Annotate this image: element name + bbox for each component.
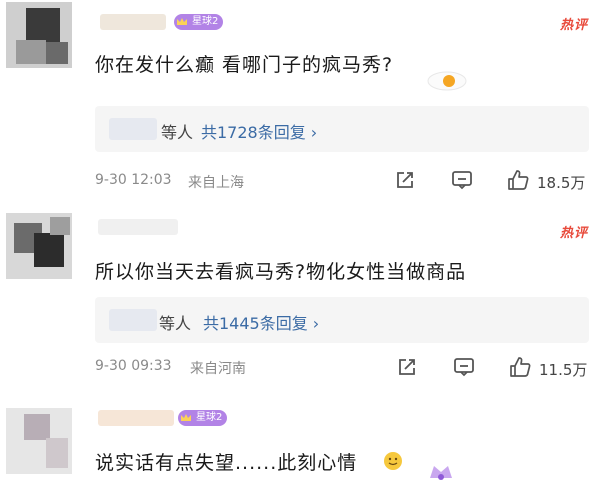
- username[interactable]: [98, 219, 178, 235]
- reply-who: 等人: [159, 314, 192, 333]
- like-icon[interactable]: [507, 169, 529, 191]
- share-icon[interactable]: [397, 357, 417, 377]
- share-icon[interactable]: [395, 170, 415, 190]
- comment-text: 所以你当天去看疯马秀?物化女性当做商品: [95, 261, 467, 283]
- comment-text: 你在发什么癫 看哪门子的疯马秀?: [95, 54, 394, 76]
- avatar[interactable]: [6, 213, 72, 279]
- hot-label: 热评: [559, 226, 588, 241]
- comment-location: 来自上海: [188, 175, 244, 191]
- member-badge: 星球2: [178, 410, 228, 426]
- comment-text: 说实话有点失望......此刻心情: [95, 452, 358, 474]
- avatar[interactable]: [6, 2, 72, 68]
- comment-1: 星球2 热评 你在发什么癫 看哪门子的疯马秀? 等人 共1728条回复 › 9-…: [0, 0, 602, 205]
- username[interactable]: [100, 14, 166, 30]
- reply-count-link[interactable]: 共1728条回复 ›: [201, 119, 317, 143]
- crown-icon: [181, 414, 191, 421]
- comment-icon[interactable]: [451, 170, 473, 190]
- crown-icon: [177, 18, 187, 25]
- egg-emoji: [427, 71, 467, 91]
- reply-who: 等人: [161, 123, 194, 142]
- like-count: 18.5万: [537, 174, 586, 192]
- username[interactable]: [98, 410, 174, 426]
- reply-users: [109, 309, 157, 331]
- replies-summary[interactable]: 等人 共1728条回复 ›: [95, 106, 589, 152]
- badge-label: 星球2: [192, 16, 219, 27]
- badge-label: 星球2: [196, 412, 223, 423]
- reply-count-link[interactable]: 共1445条回复 ›: [203, 310, 319, 334]
- decoration-icon: [430, 466, 452, 480]
- comment-2: 热评 所以你当天去看疯马秀?物化女性当做商品 等人 共1445条回复 › 9-3…: [0, 205, 602, 400]
- reply-users: [109, 118, 157, 140]
- comment-time: 9-30 12:03: [95, 172, 172, 188]
- replies-summary[interactable]: 等人 共1445条回复 ›: [95, 297, 589, 343]
- like-icon[interactable]: [509, 356, 531, 378]
- hot-label: 热评: [559, 18, 588, 33]
- comment-3: 星球2 说实话有点失望......此刻心情: [0, 400, 602, 486]
- avatar[interactable]: [6, 408, 72, 474]
- comment-time: 9-30 09:33: [95, 358, 172, 374]
- comment-icon[interactable]: [453, 357, 475, 377]
- comment-location: 来自河南: [190, 361, 246, 377]
- smile-emoji: [384, 452, 402, 470]
- like-count: 11.5万: [539, 361, 588, 379]
- member-badge: 星球2: [174, 14, 224, 30]
